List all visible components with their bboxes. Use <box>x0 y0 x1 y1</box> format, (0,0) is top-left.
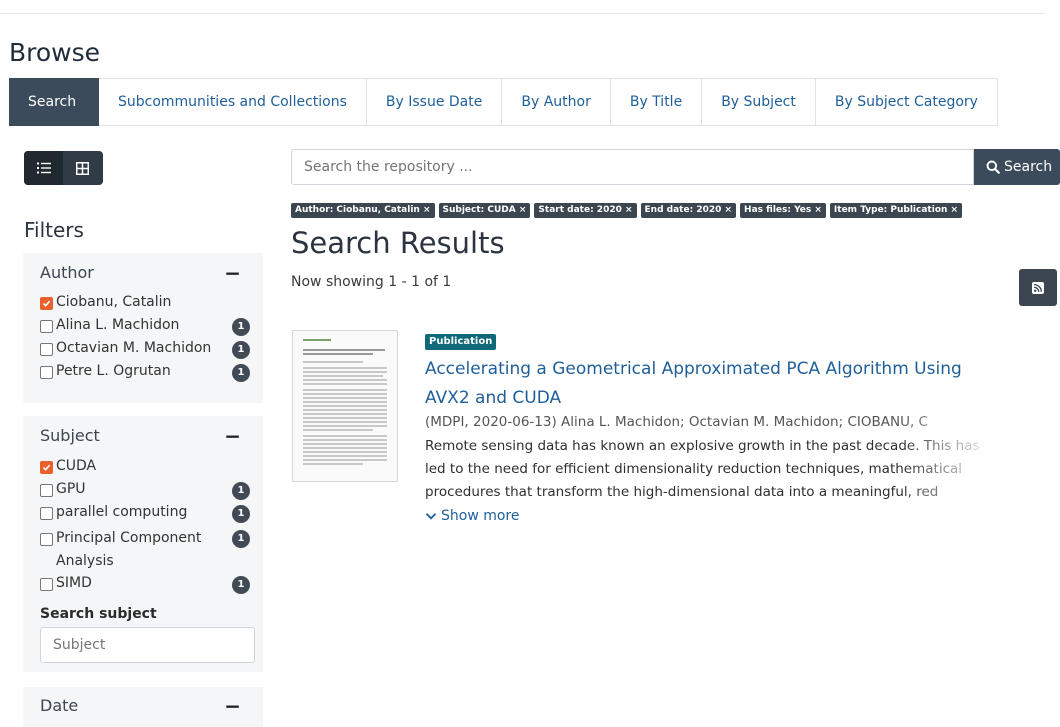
subject-collapse-button[interactable]: − <box>224 424 241 448</box>
date-collapse-button[interactable]: − <box>224 694 241 718</box>
view-mode-toggle <box>24 151 103 185</box>
search-subject-label: Search subject <box>40 606 157 622</box>
author-filter-alina[interactable]: Alina L. Machidon 1 <box>40 317 250 336</box>
show-more-link[interactable]: Show more <box>425 508 520 524</box>
author-filter-label: Alina L. Machidon <box>56 317 180 333</box>
checkbox-icon[interactable] <box>40 366 53 379</box>
subject-filter-cuda[interactable]: CUDA <box>40 458 250 474</box>
facet-count-badge: 1 <box>232 576 250 594</box>
browse-tabs: Search Subcommunities and Collections By… <box>9 78 998 126</box>
author-filter-label: Ciobanu, Catalin <box>56 294 172 310</box>
author-facet: Author − Ciobanu, Catalin Alina L. Machi… <box>23 253 263 403</box>
author-filter-label: Octavian M. Machidon <box>56 340 212 356</box>
repository-search-input[interactable] <box>291 149 974 185</box>
search-results-title: Search Results <box>291 226 505 260</box>
subject-filter-label: CUDA <box>56 458 97 474</box>
subject-facet-heading[interactable]: Subject <box>40 426 100 445</box>
date-facet: Date − <box>23 687 263 727</box>
facet-count-badge: 1 <box>232 530 250 548</box>
facet-count-badge: 1 <box>232 341 250 359</box>
author-filter-ciobanu[interactable]: Ciobanu, Catalin <box>40 294 250 310</box>
search-icon <box>986 160 1000 174</box>
checkbox-icon[interactable] <box>40 507 53 520</box>
rss-icon <box>1032 281 1044 294</box>
tab-by-title[interactable]: By Title <box>610 78 703 126</box>
active-filter-chip[interactable]: Item Type: Publication × <box>829 203 963 218</box>
tab-search[interactable]: Search <box>9 78 99 126</box>
tab-by-subject[interactable]: By Subject <box>702 78 816 126</box>
checkbox-checked-icon[interactable] <box>40 461 53 474</box>
tab-subcommunities[interactable]: Subcommunities and Collections <box>99 78 367 126</box>
result-title-link[interactable]: Accelerating a Geometrical Approximated … <box>425 355 1005 413</box>
author-filter-label: Petre L. Ogrutan <box>56 363 171 379</box>
author-filter-octavian[interactable]: Octavian M. Machidon 1 <box>40 340 250 359</box>
subject-filter-pca[interactable]: Principal Component Analysis 1 <box>40 527 250 573</box>
search-button[interactable]: Search <box>974 149 1060 185</box>
active-filters: Author: Ciobanu, Catalin × Subject: CUDA… <box>291 203 966 218</box>
active-filter-chip[interactable]: Subject: CUDA × <box>438 203 531 218</box>
facet-count-badge: 1 <box>232 364 250 382</box>
subject-filter-simd[interactable]: SIMD 1 <box>40 575 250 594</box>
subject-filter-label: Principal Component Analysis <box>56 530 202 569</box>
date-facet-heading[interactable]: Date <box>40 696 78 715</box>
subject-filter-label: GPU <box>56 481 86 497</box>
grid-icon <box>76 161 89 175</box>
tab-by-author[interactable]: By Author <box>502 78 611 126</box>
facet-count-badge: 1 <box>232 482 250 500</box>
page-title: Browse <box>9 38 101 67</box>
checkbox-checked-icon[interactable] <box>40 297 53 310</box>
checkbox-icon[interactable] <box>40 533 53 546</box>
abstract-fade-overlay <box>900 410 1020 510</box>
subject-facet: Subject − CUDA GPU 1 parallel computing … <box>23 416 263 672</box>
subject-filter-parallel-computing[interactable]: parallel computing 1 <box>40 504 250 523</box>
tab-by-issue-date[interactable]: By Issue Date <box>366 78 503 126</box>
subject-filter-label: parallel computing <box>56 504 188 520</box>
header-divider <box>0 13 1045 14</box>
checkbox-icon[interactable] <box>40 578 53 591</box>
facet-count-badge: 1 <box>232 318 250 336</box>
subject-filter-gpu[interactable]: GPU 1 <box>40 481 250 500</box>
author-facet-heading[interactable]: Author <box>40 263 94 282</box>
list-icon <box>36 162 51 174</box>
active-filter-chip[interactable]: Has files: Yes × <box>740 203 826 218</box>
item-type-badge: Publication <box>425 334 497 350</box>
grid-view-button[interactable] <box>63 151 102 185</box>
result-thumbnail[interactable] <box>292 330 398 482</box>
active-filter-chip[interactable]: Start date: 2020 × <box>534 203 637 218</box>
facet-count-badge: 1 <box>232 505 250 523</box>
search-button-label: Search <box>1004 159 1053 175</box>
chevron-down-icon <box>425 513 437 520</box>
author-collapse-button[interactable]: − <box>224 261 241 285</box>
list-view-button[interactable] <box>24 151 63 185</box>
subject-filter-label: SIMD <box>56 575 92 591</box>
active-filter-chip[interactable]: Author: Ciobanu, Catalin × <box>291 203 435 218</box>
results-count: Now showing 1 - 1 of 1 <box>291 274 452 290</box>
checkbox-icon[interactable] <box>40 484 53 497</box>
tab-by-subject-category[interactable]: By Subject Category <box>815 78 998 126</box>
rss-feed-button[interactable] <box>1019 269 1057 306</box>
active-filter-chip[interactable]: End date: 2020 × <box>640 203 737 218</box>
checkbox-icon[interactable] <box>40 343 53 356</box>
author-filter-petre[interactable]: Petre L. Ogrutan 1 <box>40 363 250 382</box>
checkbox-icon[interactable] <box>40 320 53 333</box>
filters-title: Filters <box>24 218 84 242</box>
show-more-label: Show more <box>441 508 520 524</box>
subject-search-input[interactable] <box>40 627 255 663</box>
